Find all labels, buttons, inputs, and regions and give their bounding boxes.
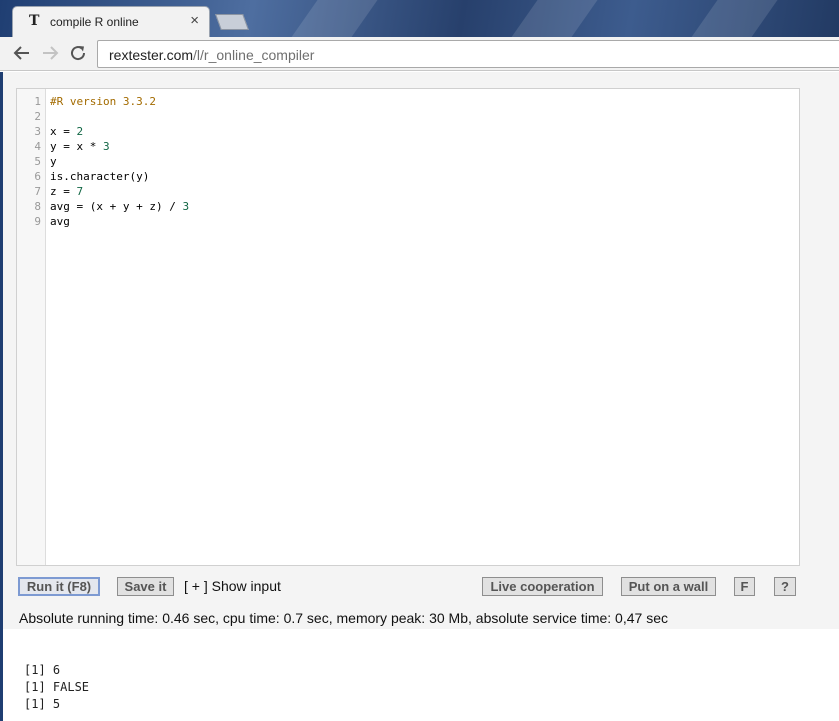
code-editor[interactable]: 1 2 3 4 5 6 7 8 9 #R version 3.3.2 x = 2… (16, 88, 800, 566)
put-on-wall-button[interactable]: Put on a wall (621, 577, 716, 596)
code-line[interactable]: avg (50, 214, 70, 229)
url-text: rextester.com/l/r_online_compiler (109, 47, 314, 63)
site-favicon-icon: T (29, 13, 40, 29)
new-tab-button[interactable] (215, 14, 249, 30)
code-line[interactable]: is.character(y) (50, 169, 149, 184)
line-number-gutter: 1 2 3 4 5 6 7 8 9 (17, 89, 46, 565)
save-button[interactable]: Save it (117, 577, 174, 596)
wallpaper-streak (268, 0, 392, 37)
browser-toolbar: rextester.com/l/r_online_compiler (0, 37, 839, 71)
browser-tab[interactable]: T compile R online × (12, 6, 210, 37)
output-line: [1] 5 (24, 697, 61, 711)
numeric-literal: 3 (182, 200, 190, 213)
back-arrow-icon[interactable] (11, 42, 33, 64)
close-icon[interactable]: × (190, 12, 199, 29)
line-number: 8 (34, 200, 41, 213)
line-number: 3 (34, 125, 41, 138)
line-number: 9 (34, 215, 41, 228)
window-edge (0, 72, 3, 721)
reload-icon[interactable] (67, 42, 89, 64)
numeric-literal: 2 (76, 125, 84, 138)
wallpaper-streak (668, 0, 792, 37)
help-button[interactable]: ? (774, 577, 796, 596)
code-line[interactable]: avg = (x + y + z) / 3 (50, 199, 189, 214)
code-line[interactable]: y = x * 3 (50, 139, 110, 154)
code-line[interactable]: #R version 3.3.2 (50, 94, 156, 109)
forward-arrow-icon[interactable] (39, 42, 61, 64)
output-line: [1] FALSE (24, 680, 90, 694)
code-line[interactable]: x = 2 (50, 124, 83, 139)
program-output: [1] 6 [1] FALSE [1] 5 (24, 662, 89, 713)
browser-tab-strip: T compile R online × (0, 0, 839, 37)
live-cooperation-button[interactable]: Live cooperation (482, 577, 603, 596)
numeric-literal: 3 (102, 140, 110, 153)
line-number: 1 (34, 95, 41, 108)
numeric-literal: 7 (76, 185, 84, 198)
line-number: 4 (34, 140, 41, 153)
run-button[interactable]: Run it (F8) (18, 577, 100, 596)
code-line[interactable]: y (50, 154, 57, 169)
address-bar[interactable]: rextester.com/l/r_online_compiler (97, 40, 839, 68)
fullscreen-button[interactable]: F (734, 577, 755, 596)
line-number: 2 (34, 110, 41, 123)
line-number: 7 (34, 185, 41, 198)
line-number: 5 (34, 155, 41, 168)
run-statistics: Absolute running time: 0.46 sec, cpu tim… (19, 610, 668, 626)
tab-title: compile R online (50, 15, 139, 29)
url-domain: rextester.com (109, 47, 194, 63)
wallpaper-streak (488, 0, 612, 37)
output-line: [1] 6 (24, 663, 61, 677)
code-line[interactable]: z = 7 (50, 184, 83, 199)
page-content: 1 2 3 4 5 6 7 8 9 #R version 3.3.2 x = 2… (0, 72, 839, 721)
show-input-toggle[interactable]: [ + ] Show input (184, 578, 281, 594)
url-path: /l/r_online_compiler (193, 47, 315, 63)
line-number: 6 (34, 170, 41, 183)
